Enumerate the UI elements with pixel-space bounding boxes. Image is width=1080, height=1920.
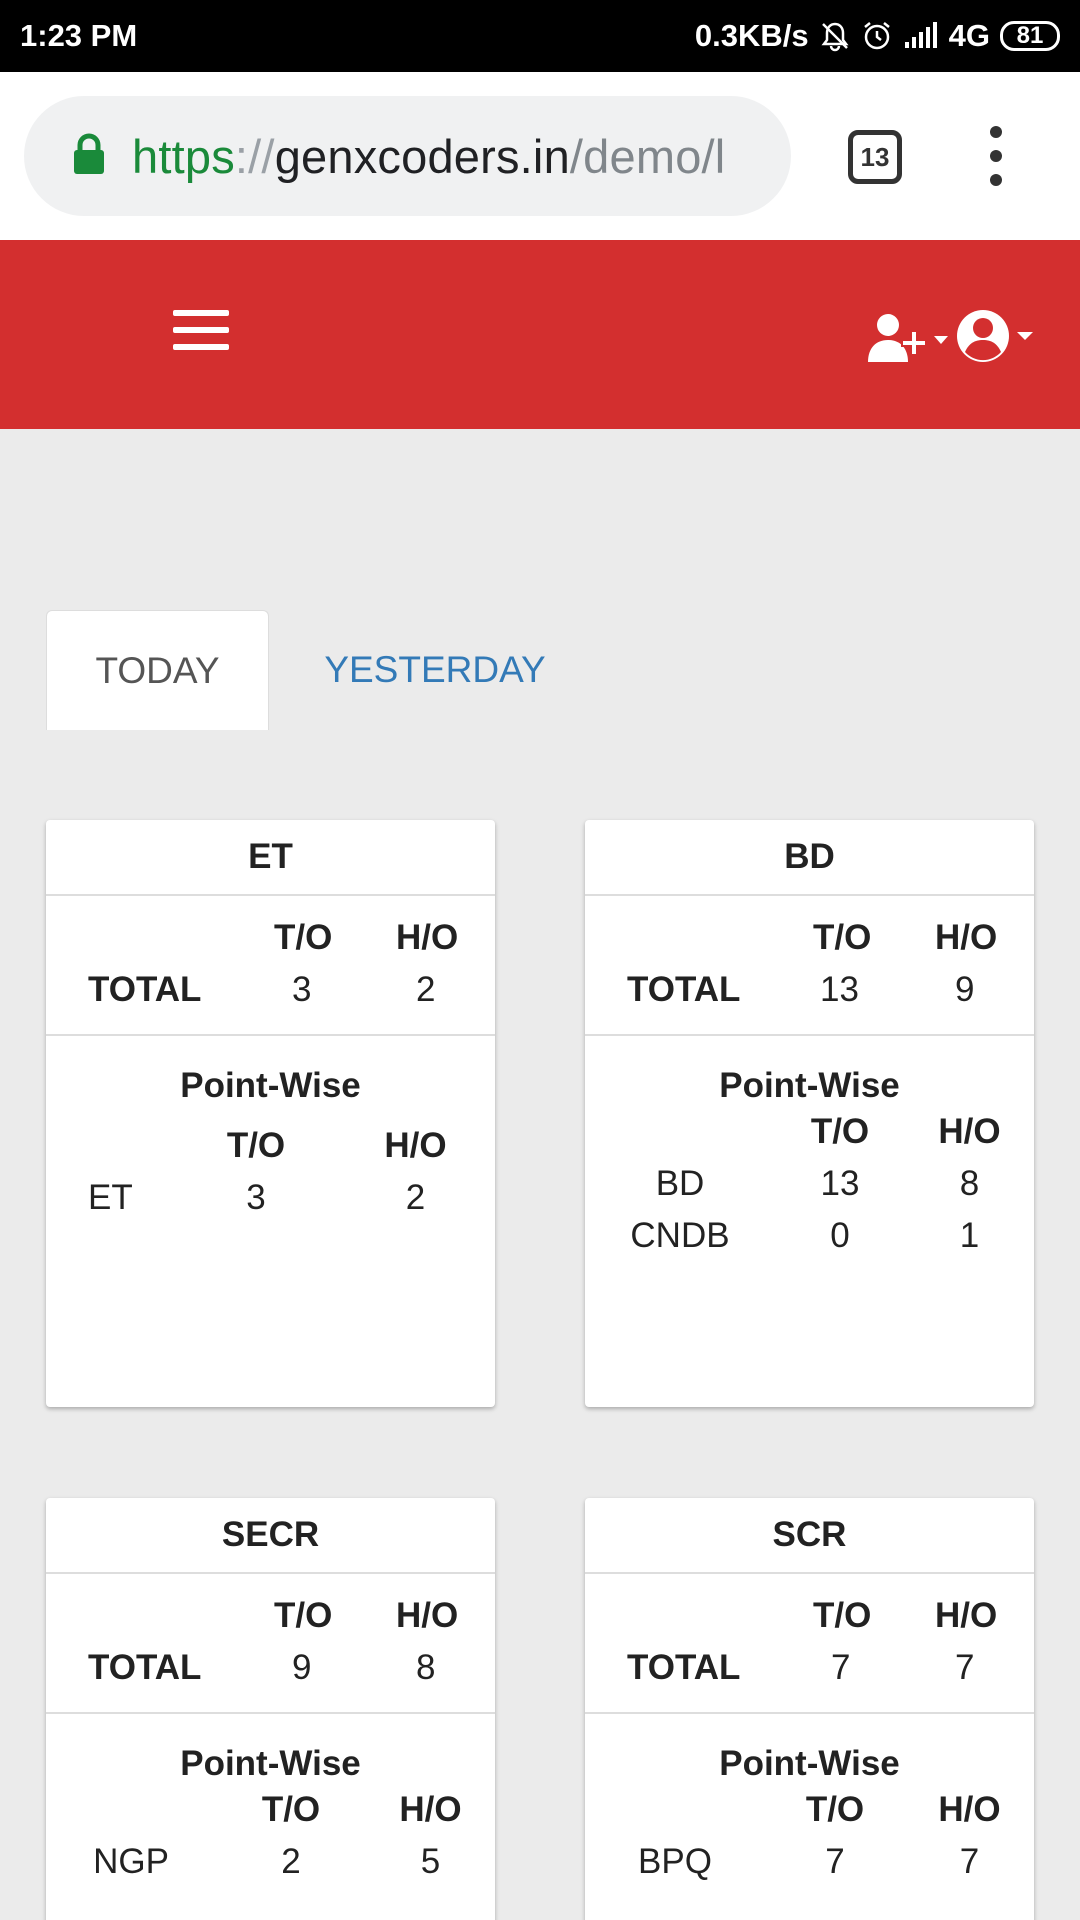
pointwise-table: T/O H/O BPQ 7 7 [585,1784,1034,1888]
pointwise-title: Point-Wise [719,1744,900,1783]
tab-yesterday[interactable]: YESTERDAY [269,610,601,730]
total-ho-value: 9 [955,970,975,1009]
point-to: 2 [281,1842,301,1881]
total-to-value: 7 [831,1648,851,1687]
point-name: ET [88,1178,133,1217]
card-title: BD [585,820,1034,896]
point-name: CNDB [630,1216,730,1255]
total-summary: T/O H/O TOTAL 9 8 [46,1574,495,1714]
point-ho: 2 [405,1178,426,1217]
point-name: BPQ [638,1842,712,1881]
browser-menu-icon[interactable] [984,126,1008,186]
point-ho: 8 [959,1164,980,1203]
table-row: BD 13 8 [585,1158,1034,1210]
point-to: 3 [246,1178,266,1217]
url-text: https://genxcoders.in/demo/l [132,129,725,184]
table-row: CNDB 0 1 [585,1210,1034,1262]
total-label: TOTAL [627,1648,741,1687]
zone-card-bd: BD T/O H/O TOTAL 13 9 Point-Wise T/O H/O… [585,820,1034,1407]
point-ho: 1 [959,1216,980,1255]
bell-muted-icon [819,20,851,52]
card-title: SCR [585,1498,1034,1574]
network-speed: 0.3KB/s [694,18,809,53]
col-header-to: T/O [274,1596,333,1635]
col-header-ho: H/O [938,1790,1001,1829]
point-ho: 7 [959,1842,980,1881]
col-header-to: T/O [274,918,333,957]
url-separator: :// [234,129,275,183]
tab-today[interactable]: TODAY [46,610,269,730]
alarm-icon [861,20,893,52]
tab-switcher-button[interactable]: 13 [848,130,902,184]
col-header-to: T/O [813,918,872,957]
add-user-dropdown-icon[interactable] [866,310,956,371]
signal-icon [903,22,939,50]
app-header [0,240,1080,429]
pointwise-title: Point-Wise [719,1066,900,1105]
total-ho-value: 2 [416,970,436,1009]
total-ho-value: 7 [955,1648,975,1687]
col-header-to: T/O [813,1596,872,1635]
zone-card-et: ET T/O H/O TOTAL 3 2 Point-Wise T/O H/O … [46,820,495,1407]
total-to-value: 9 [292,1648,312,1687]
table-row: ET 3 2 [46,1172,495,1224]
pointwise-table: T/O H/O BD 13 8 CNDB 0 1 [585,1106,1034,1262]
point-name: BD [655,1164,705,1203]
pointwise-table: T/O H/O ET 3 2 [46,1120,495,1224]
col-header-ho: H/O [396,1596,459,1635]
table-header-row: T/O H/O [46,1784,495,1836]
address-bar[interactable]: https://genxcoders.in/demo/l [24,96,791,216]
browser-toolbar: https://genxcoders.in/demo/l 13 [0,72,1080,240]
battery-icon: 81 [1000,21,1060,51]
url-scheme: https [132,129,235,183]
url-host: genxcoders.in [274,129,570,183]
point-to: 13 [820,1164,860,1203]
table-row: BPQ 7 7 [585,1836,1034,1888]
col-header-ho: H/O [384,1126,447,1165]
col-header-ho: H/O [935,918,998,957]
total-ho-value: 8 [416,1648,436,1687]
pointwise-table: T/O H/O NGP 2 5 [46,1784,495,1888]
url-path: /demo/l [569,129,726,183]
total-label: TOTAL [88,970,202,1009]
account-dropdown-icon[interactable] [955,306,1037,371]
total-label: TOTAL [88,1648,202,1687]
col-header-ho: H/O [935,1596,998,1635]
pointwise-title: Point-Wise [180,1744,361,1783]
network-type: 4G [948,18,990,53]
zone-card-secr: SECR T/O H/O TOTAL 9 8 Point-Wise T/O H/… [46,1498,495,1920]
col-header-to: T/O [261,1790,321,1829]
table-header-row: T/O H/O [585,1784,1034,1836]
status-time: 1:23 PM [20,18,138,53]
table-header-row: T/O H/O [585,1106,1034,1158]
zone-card-scr: SCR T/O H/O TOTAL 7 7 Point-Wise T/O H/O… [585,1498,1034,1920]
menu-icon[interactable] [173,310,229,350]
point-to: 0 [830,1216,850,1255]
status-bar: 1:23 PM 0.3KB/s 4G 81 [0,0,1080,72]
table-header-row: T/O H/O [46,1120,495,1172]
col-header-to: T/O [226,1126,286,1165]
status-icons: 0.3KB/s 4G 81 [695,18,1060,54]
total-to-value: 3 [292,970,312,1009]
total-to-value: 13 [820,970,859,1009]
card-title: SECR [46,1498,495,1574]
pointwise-title: Point-Wise [180,1066,361,1105]
col-header-to: T/O [810,1112,870,1151]
col-header-to: T/O [805,1790,865,1829]
table-row: NGP 2 5 [46,1836,495,1888]
point-to: 7 [825,1842,845,1881]
date-tabs: TODAY YESTERDAY [46,610,601,730]
point-ho: 5 [420,1842,441,1881]
point-name: NGP [93,1842,169,1881]
total-summary: T/O H/O TOTAL 7 7 [585,1574,1034,1714]
col-header-ho: H/O [938,1112,1001,1151]
col-header-ho: H/O [399,1790,462,1829]
col-header-ho: H/O [396,918,459,957]
total-summary: T/O H/O TOTAL 3 2 [46,896,495,1036]
card-title: ET [46,820,495,896]
total-summary: T/O H/O TOTAL 13 9 [585,896,1034,1036]
total-label: TOTAL [627,970,741,1009]
lock-icon [72,133,106,180]
